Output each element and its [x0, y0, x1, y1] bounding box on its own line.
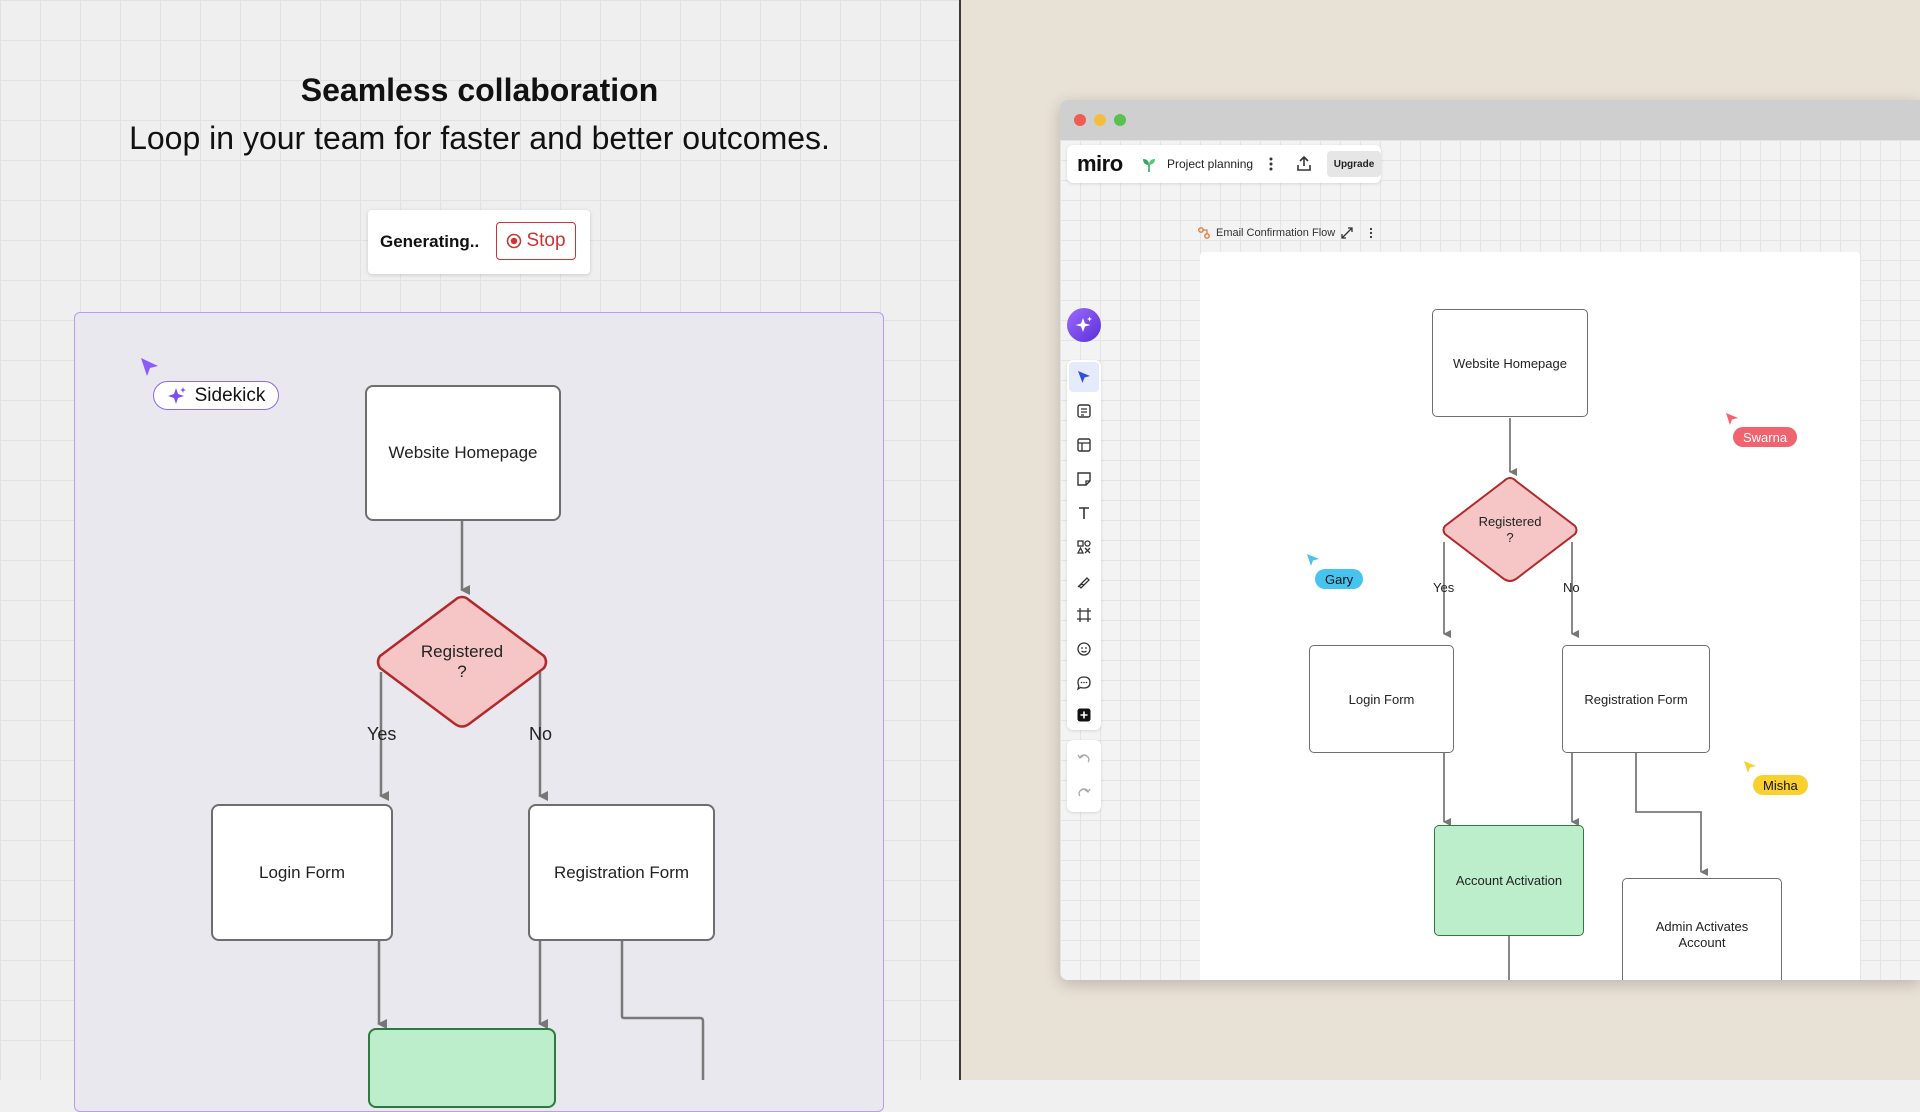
edge-label-yes: Yes — [367, 724, 397, 744]
app-node-registered-label: Registered — [1478, 514, 1542, 529]
table-tool[interactable] — [1069, 430, 1099, 460]
templates-icon — [1077, 404, 1091, 418]
node-website-homepage-label: Website Homepage — [388, 443, 538, 462]
text-icon — [1079, 507, 1089, 519]
undo-button[interactable] — [1069, 744, 1099, 774]
app-node-login-form-label: Login Form — [1348, 691, 1415, 707]
text-tool[interactable] — [1069, 498, 1099, 528]
app-node-account-activation[interactable]: Account Activation — [1434, 825, 1584, 936]
more-apps-tool[interactable] — [1069, 700, 1099, 730]
node-login-form[interactable]: Login Form — [211, 804, 393, 941]
node-account-activation-partial[interactable] — [368, 1028, 556, 1108]
templates-tool[interactable] — [1069, 396, 1099, 426]
comment-icon — [1076, 676, 1091, 691]
edge-label-no: No — [529, 724, 553, 744]
node-registered-label: Registered — [420, 642, 504, 661]
sticky-note-tool[interactable] — [1069, 464, 1099, 494]
app-node-registration-form-label: Registration Form — [1584, 691, 1688, 707]
node-registration-form[interactable]: Registration Form — [528, 804, 715, 941]
app-node-admin-activates-line1: Admin Activates — [1655, 919, 1749, 934]
sticker-icon — [1077, 642, 1091, 656]
select-tool[interactable] — [1069, 362, 1099, 392]
miro-app-window: miro Project planning Upgrade Email Conf… — [1060, 100, 1920, 980]
node-website-homepage[interactable]: Website Homepage — [365, 385, 561, 521]
node-login-form-label: Login Form — [259, 862, 345, 882]
shapes-tool[interactable] — [1069, 532, 1099, 562]
app-edge-label-no: No — [1563, 580, 1580, 595]
ai-assist-button[interactable] — [1067, 308, 1101, 342]
creation-toolbar — [1067, 360, 1101, 730]
sticky-note-icon — [1077, 472, 1091, 486]
sparkle-icon — [1075, 316, 1092, 332]
shapes-icon — [1076, 540, 1091, 554]
app-node-registered-question: ? — [1506, 530, 1514, 545]
app-edge-label-yes: Yes — [1433, 580, 1455, 595]
node-registered-decision[interactable]: Registered ? — [374, 594, 550, 730]
app-node-admin-activates-line2: Account — [1678, 935, 1726, 950]
pen-icon — [1077, 577, 1090, 589]
undo-redo-group — [1067, 740, 1101, 812]
flow-connectors — [377, 520, 705, 1080]
more-apps-icon — [1077, 708, 1091, 722]
app-node-registration-form[interactable]: Registration Form — [1562, 645, 1710, 753]
redo-icon — [1078, 788, 1091, 797]
frame-tool[interactable] — [1069, 600, 1099, 630]
collaborator-tag-swarna: Swarna — [1733, 427, 1798, 447]
app-node-login-form[interactable]: Login Form — [1309, 645, 1454, 753]
pen-tool[interactable] — [1069, 566, 1099, 596]
redo-button[interactable] — [1069, 778, 1099, 808]
undo-icon — [1077, 754, 1090, 763]
app-node-website-homepage-label: Website Homepage — [1453, 355, 1567, 371]
collaborator-tag-gary: Gary — [1315, 569, 1364, 589]
gary-cursor-icon — [1307, 554, 1319, 566]
node-registered-question: ? — [457, 662, 467, 681]
app-node-registered-decision[interactable]: Registered ? — [1440, 476, 1580, 584]
app-node-website-homepage[interactable]: Website Homepage — [1432, 309, 1588, 417]
marketing-panel: Seamless collaboration Loop in your team… — [0, 0, 959, 1112]
app-node-admin-activates[interactable]: Admin Activates Account — [1622, 878, 1782, 980]
swarna-cursor-icon — [1726, 413, 1738, 425]
select-icon — [1078, 371, 1090, 383]
app-node-account-activation-label: Account Activation — [1455, 873, 1563, 888]
comment-tool[interactable] — [1069, 668, 1099, 698]
collaborator-tag-misha: Misha — [1753, 775, 1808, 795]
misha-cursor-icon — [1744, 761, 1756, 773]
node-registration-form-label: Registration Form — [553, 862, 690, 882]
table-icon — [1077, 438, 1091, 452]
sticker-tool[interactable] — [1069, 634, 1099, 664]
frame-icon — [1077, 608, 1091, 622]
